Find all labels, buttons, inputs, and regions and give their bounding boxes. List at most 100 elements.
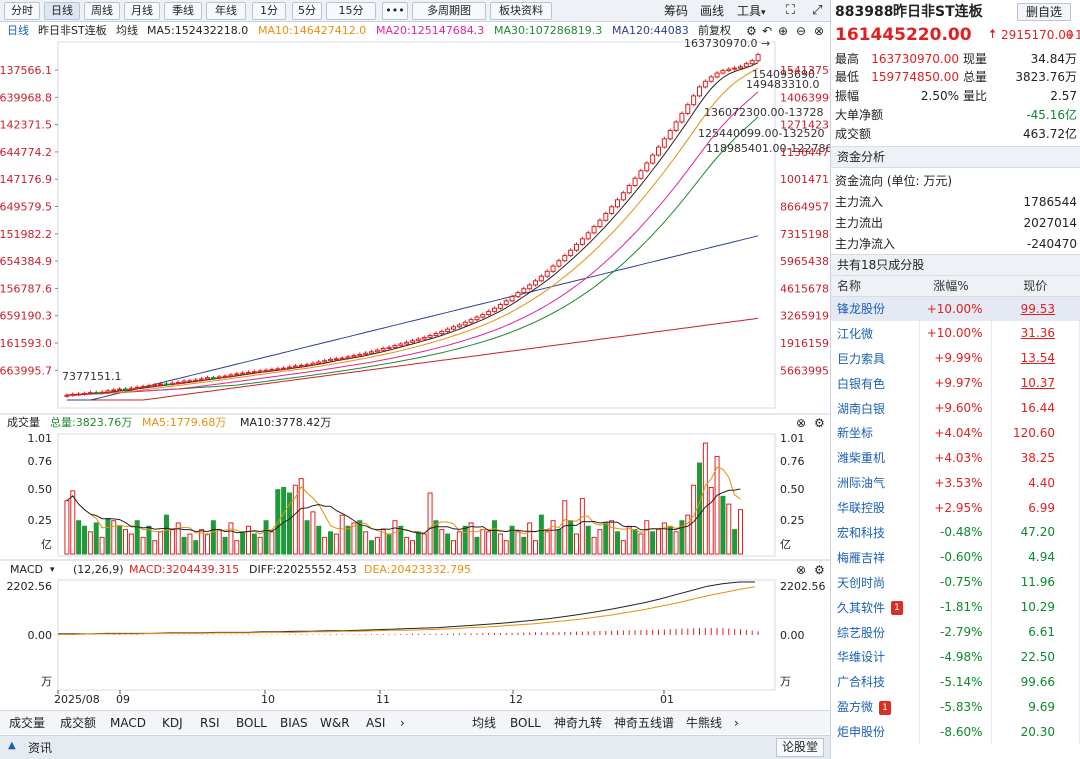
macd-params: (12,26,9) [73, 563, 124, 576]
component-name[interactable]: 华联控股 [831, 495, 920, 521]
period-button-4[interactable]: 季线 [164, 2, 202, 20]
period-button-11[interactable]: 板块资料 [490, 2, 552, 20]
indicator-tab-6[interactable]: BIAS [280, 715, 308, 731]
components-header: 共有18只成分股 [831, 254, 1080, 276]
macd-settings-icon[interactable]: ⚙ [814, 563, 825, 577]
component-price: 9.69 [991, 694, 1080, 720]
diff-value: DIFF:22025552.453 [249, 563, 357, 576]
period-button-8[interactable]: 15分 [326, 2, 376, 20]
component-row[interactable]: 洲际油气 +3.53% 4.40 [831, 470, 1080, 496]
notice-badge-icon[interactable]: 1 [891, 601, 904, 616]
overlay-tab-3[interactable]: 神奇五线谱 [614, 715, 674, 731]
indicator-tab-5[interactable]: BOLL [236, 715, 267, 731]
component-row[interactable]: 广合科技 -5.14% 99.66 [831, 669, 1080, 695]
component-row[interactable]: 久其软件 1 -1.81% 10.29 [831, 594, 1080, 620]
overlay-tab-4[interactable]: 牛熊线 [686, 715, 722, 731]
component-row[interactable]: 白银有色 +9.97% 10.37 [831, 370, 1080, 396]
period-button-10[interactable]: 多周期图 [412, 2, 486, 20]
chip-button[interactable]: 筹码 [664, 3, 688, 19]
candle [620, 190, 626, 202]
period-button-6[interactable]: 1分 [252, 2, 286, 20]
component-name[interactable]: 炬申股份 [831, 719, 920, 745]
indicator-tab-9[interactable]: › [400, 715, 405, 731]
volume-settings-icon[interactable]: ⚙ [814, 416, 825, 430]
component-row[interactable]: 新坐标 +4.04% 120.60 [831, 420, 1080, 446]
indicator-tab-0[interactable]: 成交量 [9, 715, 45, 731]
overlay-tab-2[interactable]: 神奇九转 [554, 715, 602, 731]
col-change[interactable]: 涨幅% [919, 276, 991, 297]
component-row[interactable]: 盈方微 1 -5.83% 9.69 [831, 694, 1080, 720]
component-name[interactable]: 久其软件 1 [831, 594, 920, 620]
period-button-3[interactable]: 月线 [124, 2, 160, 20]
component-name[interactable]: 洲际油气 [831, 470, 920, 496]
period-button-2[interactable]: 周线 [84, 2, 120, 20]
component-name[interactable]: 综艺股份 [831, 619, 920, 645]
candle [468, 317, 474, 324]
component-name[interactable]: 天创时尚 [831, 569, 920, 595]
component-name[interactable]: 华维设计 [831, 644, 920, 670]
component-row[interactable]: 华联控股 +2.95% 6.99 [831, 495, 1080, 521]
fullscreen-icon[interactable]: ⛶ [786, 3, 795, 19]
component-change: -5.14% [919, 669, 992, 695]
component-row[interactable]: 湖南白银 +9.60% 16.44 [831, 395, 1080, 421]
volume-bar [158, 531, 164, 555]
indicator-tab-1[interactable]: 成交额 [60, 715, 96, 731]
indicator-tab-4[interactable]: RSI [200, 715, 220, 731]
tools-menu-button[interactable]: 工具▾ [737, 3, 766, 21]
component-change: -8.60% [919, 719, 992, 745]
period-button-9[interactable]: ••• [382, 2, 408, 20]
collapse-icon[interactable]: ▲ [8, 740, 16, 751]
component-name[interactable]: 潍柴重机 [831, 445, 920, 471]
component-row[interactable]: 梅雁吉祥 -0.60% 4.94 [831, 544, 1080, 570]
news-tab[interactable]: 资讯 [28, 739, 52, 756]
component-row[interactable]: 锋龙股份 +10.00% 99.53 [831, 296, 1080, 321]
indicator-tab-2[interactable]: MACD [110, 715, 146, 731]
component-row[interactable]: 宏和科技 -0.48% 47.20 [831, 520, 1080, 545]
macd-close-icon[interactable]: ⊗ [796, 563, 806, 577]
overlay-tab-5[interactable]: › [734, 715, 739, 731]
macd-title[interactable]: MACD [10, 563, 43, 577]
stock-chart[interactable]: 163730970.0 →154093690.149483310.0136072… [0, 22, 830, 710]
remove-watchlist-button[interactable]: 删自选 [1017, 3, 1072, 21]
volume-title[interactable]: 成交量 [7, 416, 40, 430]
fund-analysis-header[interactable]: 资金分析 [831, 146, 1080, 168]
macd-dropdown-icon[interactable]: ▾ [50, 563, 55, 577]
col-price[interactable]: 现价 [991, 276, 1080, 297]
component-row[interactable]: 潍柴重机 +4.03% 38.25 [831, 445, 1080, 471]
indicator-tab-3[interactable]: KDJ [162, 715, 183, 731]
volume-close-icon[interactable]: ⊗ [796, 416, 806, 430]
indicator-tab-7[interactable]: W&R [320, 715, 350, 731]
component-name[interactable]: 白银有色 [831, 370, 920, 396]
overlay-tab-1[interactable]: BOLL [510, 715, 541, 731]
component-row[interactable]: 炬申股份 -8.60% 20.30 [831, 719, 1080, 745]
period-button-1[interactable]: 日线 [44, 2, 80, 20]
period-button-5[interactable]: 年线 [206, 2, 246, 20]
expand-icon[interactable]: ⤢ [812, 3, 822, 19]
component-name[interactable]: 宏和科技 [831, 520, 920, 545]
indicator-tab-8[interactable]: ASI [366, 715, 385, 731]
overlay-tab-0[interactable]: 均线 [472, 715, 496, 731]
component-name[interactable]: 广合科技 [831, 669, 920, 695]
y-tick-left: 137566.1 [0, 64, 52, 77]
component-name[interactable]: 巨力索具 [831, 345, 920, 371]
volume-bar [527, 522, 533, 555]
component-row[interactable]: 巨力索具 +9.99% 13.54 [831, 345, 1080, 371]
component-name[interactable]: 湖南白银 [831, 395, 920, 421]
component-name[interactable]: 锋龙股份 [831, 296, 920, 321]
period-button-0[interactable]: 分时 [4, 2, 40, 20]
period-button-7[interactable]: 5分 [292, 2, 322, 20]
component-name[interactable]: 盈方微 1 [831, 694, 920, 720]
forum-button[interactable]: 论股堂 [776, 738, 825, 757]
col-name[interactable]: 名称 [831, 276, 919, 297]
component-price: 99.53 [991, 296, 1080, 321]
component-name[interactable]: 新坐标 [831, 420, 920, 446]
component-name[interactable]: 梅雁吉祥 [831, 544, 920, 570]
component-row[interactable]: 江化微 +10.00% 31.36 [831, 320, 1080, 346]
notice-badge-icon[interactable]: 1 [879, 700, 892, 715]
draw-line-button[interactable]: 画线 [700, 3, 724, 19]
volume-bar [486, 531, 492, 555]
component-name[interactable]: 江化微 [831, 320, 920, 346]
component-row[interactable]: 综艺股份 -2.79% 6.61 [831, 619, 1080, 645]
component-row[interactable]: 天创时尚 -0.75% 11.96 [831, 569, 1080, 595]
component-row[interactable]: 华维设计 -4.98% 22.50 [831, 644, 1080, 670]
